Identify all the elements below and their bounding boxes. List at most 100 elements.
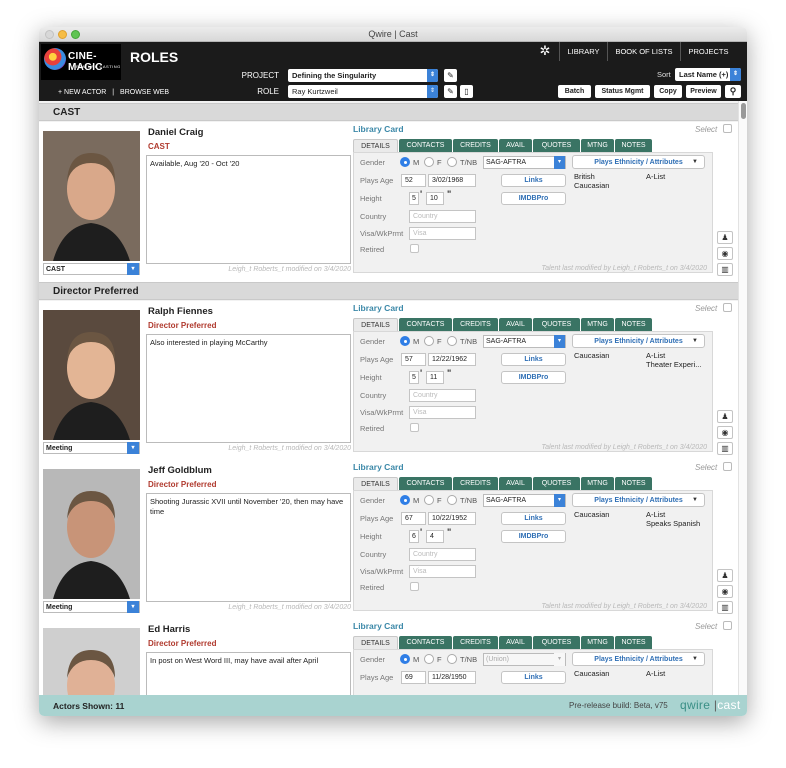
casting-status-select[interactable]: Meeting ▾: [43, 442, 140, 454]
gender-m-radio[interactable]: [400, 495, 410, 505]
actor-name[interactable]: Daniel Craig: [148, 127, 203, 138]
plays-age-field[interactable]: 57: [401, 353, 426, 366]
tab-credits[interactable]: CREDITS: [453, 318, 498, 331]
tab-avail[interactable]: AVAIL: [499, 139, 532, 152]
tab-quotes[interactable]: QUOTES: [533, 139, 580, 152]
tab-credits[interactable]: CREDITS: [453, 477, 498, 490]
library-card-link[interactable]: Library Card: [353, 303, 404, 313]
tab-avail[interactable]: AVAIL: [499, 636, 532, 649]
new-actor-link[interactable]: + NEW ACTOR: [58, 89, 106, 96]
actor-note-field[interactable]: Shooting Jurassic XVII until November '2…: [146, 493, 351, 602]
country-field[interactable]: Country: [409, 389, 476, 402]
retired-checkbox[interactable]: [410, 423, 419, 432]
retired-checkbox[interactable]: [410, 244, 419, 253]
actor-note-field[interactable]: In post on West Word III, may have avail…: [146, 652, 351, 695]
tab-quotes[interactable]: QUOTES: [533, 636, 580, 649]
gender-m-radio[interactable]: [400, 157, 410, 167]
height-feet-field[interactable]: 6: [409, 530, 419, 543]
height-feet-field[interactable]: 5: [409, 192, 419, 205]
copy-button[interactable]: Copy: [654, 85, 682, 98]
tab-details[interactable]: DETAILS: [353, 318, 398, 331]
person-icon[interactable]: ♟: [717, 569, 733, 582]
country-field[interactable]: Country: [409, 210, 476, 223]
links-button[interactable]: Links: [501, 512, 566, 525]
tab-avail[interactable]: AVAIL: [499, 318, 532, 331]
birth-date-field[interactable]: 10/22/1952: [428, 512, 476, 525]
person-icon[interactable]: ♟: [717, 410, 733, 423]
gender-f-radio[interactable]: [424, 654, 434, 664]
visa-field[interactable]: Visa: [409, 406, 476, 419]
gender-f-radio[interactable]: [424, 336, 434, 346]
select-checkbox[interactable]: [723, 303, 732, 312]
tab-notes[interactable]: NOTES: [615, 318, 652, 331]
retired-checkbox[interactable]: [410, 582, 419, 591]
trash-icon[interactable]: ▥: [717, 442, 733, 455]
status-mgmt-button[interactable]: Status Mgmt: [595, 85, 650, 98]
actor-name[interactable]: Jeff Goldblum: [148, 465, 212, 476]
gender-m-radio[interactable]: [400, 654, 410, 664]
tab-mtng[interactable]: MTNG: [581, 636, 614, 649]
search-icon[interactable]: ⚲: [725, 85, 741, 98]
links-button[interactable]: Links: [501, 671, 566, 684]
scrollbar-thumb[interactable]: [741, 103, 746, 119]
tab-credits[interactable]: CREDITS: [453, 636, 498, 649]
tab-notes[interactable]: NOTES: [615, 477, 652, 490]
gender-tnb-radio[interactable]: [447, 495, 457, 505]
links-button[interactable]: Links: [501, 174, 566, 187]
ethnicity-attributes-button[interactable]: Plays Ethnicity / Attributes ▼: [572, 493, 705, 507]
height-inches-field[interactable]: 11: [426, 371, 444, 384]
imdbpro-button[interactable]: IMDBPro: [501, 192, 566, 205]
nav-tab-projects[interactable]: PROJECTS: [680, 42, 736, 61]
preview-button[interactable]: Preview: [686, 85, 721, 98]
casting-status-select[interactable]: Meeting ▾: [43, 601, 140, 613]
actor-photo[interactable]: [43, 628, 140, 695]
tab-contacts[interactable]: CONTACTS: [399, 636, 452, 649]
gender-m-radio[interactable]: [400, 336, 410, 346]
tab-avail[interactable]: AVAIL: [499, 477, 532, 490]
gear-icon[interactable]: ✲: [537, 43, 553, 59]
scrollbar[interactable]: [738, 101, 747, 695]
tab-mtng[interactable]: MTNG: [581, 318, 614, 331]
tab-quotes[interactable]: QUOTES: [533, 477, 580, 490]
role-select[interactable]: Ray Kurtzweil ⇕: [288, 85, 438, 98]
select-checkbox[interactable]: [723, 621, 732, 630]
library-card-link[interactable]: Library Card: [353, 124, 404, 134]
union-select[interactable]: (Union) ▾: [483, 653, 566, 666]
birth-date-field[interactable]: 3/02/1968: [428, 174, 476, 187]
casting-status-select[interactable]: CAST ▾: [43, 263, 140, 275]
gender-tnb-radio[interactable]: [447, 157, 457, 167]
tab-notes[interactable]: NOTES: [615, 139, 652, 152]
trash-icon[interactable]: ▥: [717, 263, 733, 276]
height-feet-field[interactable]: 5: [409, 371, 419, 384]
actor-name[interactable]: Ed Harris: [148, 624, 190, 635]
visa-field[interactable]: Visa: [409, 227, 476, 240]
actor-name[interactable]: Ralph Fiennes: [148, 306, 213, 317]
tab-mtng[interactable]: MTNG: [581, 477, 614, 490]
tab-mtng[interactable]: MTNG: [581, 139, 614, 152]
nav-tab-book-of-lists[interactable]: BOOK OF LISTS: [607, 42, 680, 61]
tab-credits[interactable]: CREDITS: [453, 139, 498, 152]
imdbpro-button[interactable]: IMDBPro: [501, 530, 566, 543]
actor-photo[interactable]: [43, 131, 140, 261]
tab-contacts[interactable]: CONTACTS: [399, 318, 452, 331]
plays-age-field[interactable]: 52: [401, 174, 426, 187]
sort-select[interactable]: Last Name (+) ⇕: [675, 68, 741, 81]
library-card-link[interactable]: Library Card: [353, 621, 404, 631]
visa-field[interactable]: Visa: [409, 565, 476, 578]
gender-f-radio[interactable]: [424, 157, 434, 167]
tab-details[interactable]: DETAILS: [353, 477, 398, 490]
tab-notes[interactable]: NOTES: [615, 636, 652, 649]
height-inches-field[interactable]: 4: [426, 530, 444, 543]
union-select[interactable]: SAG-AFTRA ▾: [483, 494, 566, 507]
country-field[interactable]: Country: [409, 548, 476, 561]
trash-icon[interactable]: ▥: [717, 601, 733, 614]
tab-contacts[interactable]: CONTACTS: [399, 477, 452, 490]
ethnicity-attributes-button[interactable]: Plays Ethnicity / Attributes ▼: [572, 652, 705, 666]
browse-web-link[interactable]: BROWSE WEB: [120, 89, 169, 96]
edit-role-icon[interactable]: ✎: [444, 85, 457, 98]
actor-photo[interactable]: [43, 469, 140, 599]
ethnicity-attributes-button[interactable]: Plays Ethnicity / Attributes ▼: [572, 155, 705, 169]
plays-age-field[interactable]: 69: [401, 671, 426, 684]
eye-icon[interactable]: ◉: [717, 585, 733, 598]
imdbpro-button[interactable]: IMDBPro: [501, 371, 566, 384]
